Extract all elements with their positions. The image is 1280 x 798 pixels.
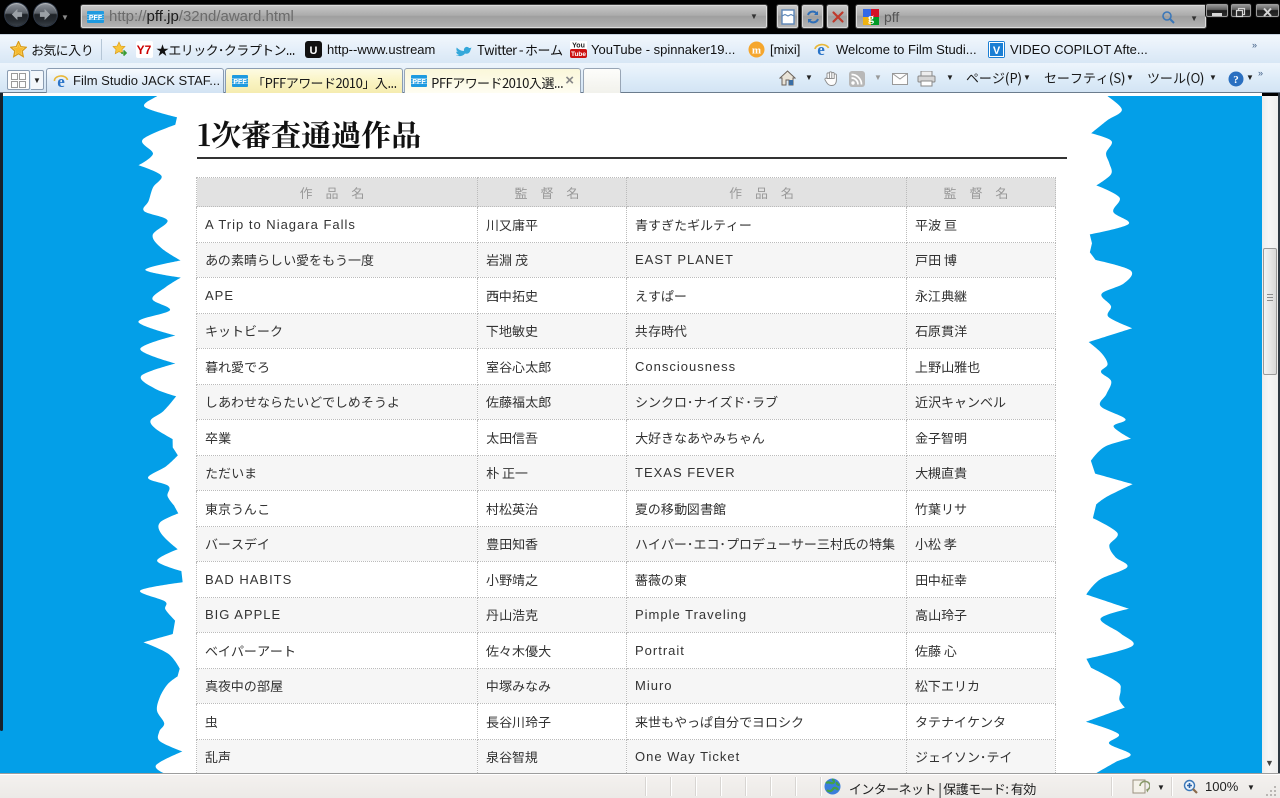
svg-text:V: V (993, 45, 1001, 57)
svg-text:m: m (752, 45, 761, 57)
svg-text:PFF: PFF (233, 79, 247, 86)
svg-text:?: ? (1233, 74, 1239, 86)
svg-text:Tube: Tube (571, 51, 586, 58)
svg-text:You: You (572, 43, 585, 50)
svg-text:Y7: Y7 (137, 43, 152, 57)
svg-text:PFF: PFF (412, 79, 426, 86)
svg-text:U: U (310, 45, 318, 57)
svg-text:PFF: PFF (89, 15, 103, 22)
svg-text:g: g (868, 11, 874, 25)
svg-text:e: e (817, 41, 825, 58)
